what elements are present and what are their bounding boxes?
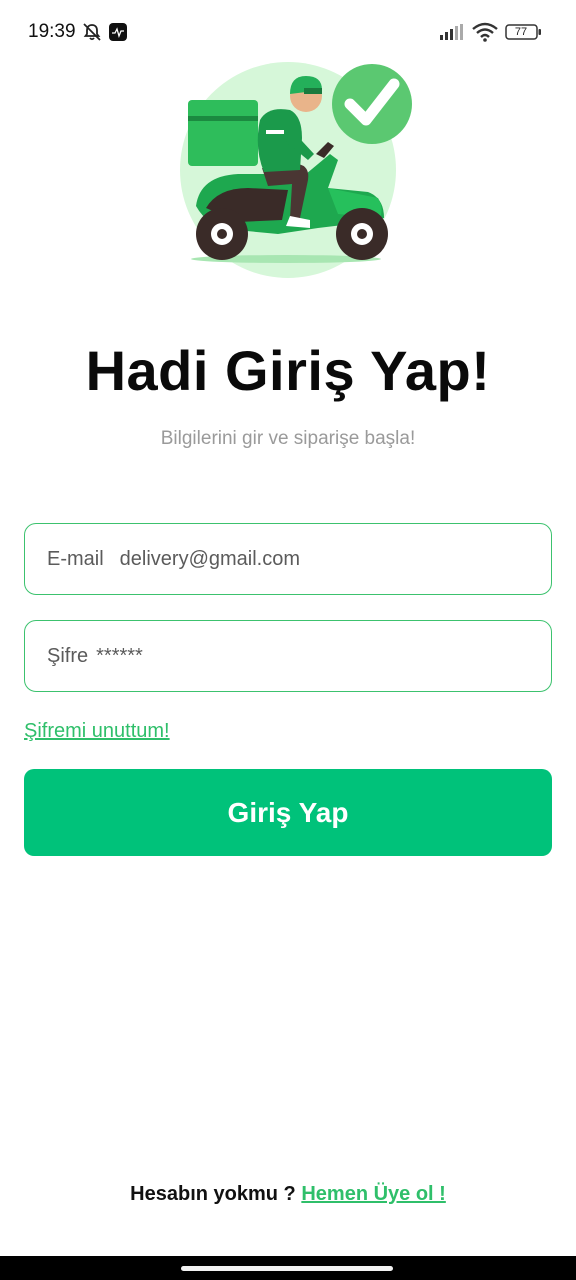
password-field[interactable]: Şifre ****** — [24, 620, 552, 692]
email-field[interactable]: E-mail delivery@gmail.com — [24, 523, 552, 595]
signup-row: Hesabın yokmu ? Hemen Üye ol ! — [0, 1183, 576, 1206]
page-title: Hadi Giriş Yap! — [85, 339, 491, 402]
page-subtitle: Bilgilerini gir ve siparişe başla! — [160, 428, 416, 449]
login-button[interactable]: Giriş Yap — [24, 769, 552, 856]
email-label: E-mail — [47, 547, 104, 570]
bell-off-icon — [82, 22, 102, 47]
app-icon — [109, 23, 127, 46]
forgot-password-link[interactable]: Şifremi unuttum! — [24, 720, 170, 743]
signup-link[interactable]: Hemen Üye ol ! — [301, 1183, 445, 1205]
signup-prompt: Hesabın yokmu ? — [130, 1183, 296, 1205]
status-bar: 19:39 77 — [0, 0, 576, 64]
status-time: 19:39 — [28, 21, 76, 42]
password-value: ****** — [96, 644, 143, 667]
wifi-icon — [472, 22, 498, 47]
password-label: Şifre — [47, 644, 89, 667]
delivery-scooter-illustration — [178, 58, 418, 286]
signal-icon — [440, 24, 466, 45]
home-indicator[interactable] — [181, 1266, 393, 1271]
battery-level: 77 — [514, 26, 528, 38]
email-value: delivery@gmail.com — [119, 547, 301, 570]
